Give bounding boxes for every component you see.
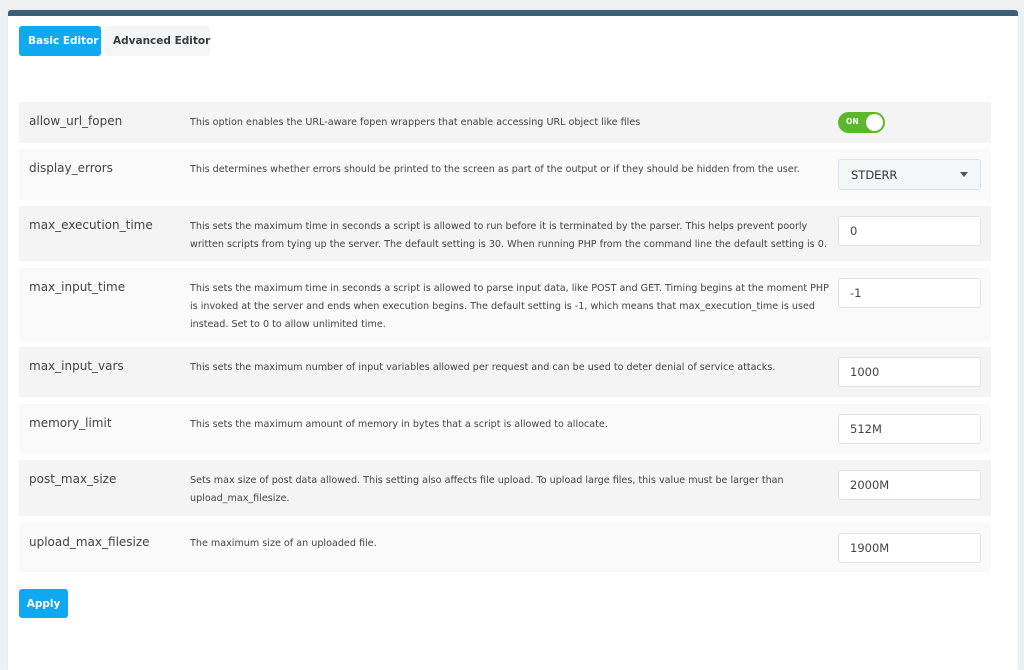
setting-row-max-input-time: max_input_time This sets the maximum tim… — [19, 268, 991, 341]
setting-name: max_input_time — [29, 280, 126, 294]
display-errors-select[interactable]: STDERR — [838, 159, 981, 190]
setting-name: display_errors — [29, 161, 113, 175]
max-input-vars-input[interactable] — [838, 357, 981, 387]
max-input-time-input[interactable] — [838, 278, 981, 308]
setting-name: memory_limit — [29, 416, 112, 430]
setting-description: The maximum size of an uploaded file. — [190, 538, 377, 549]
toggle-knob — [866, 114, 883, 131]
toggle-state-label: ON — [846, 117, 859, 126]
setting-row-max-execution-time: max_execution_time This sets the maximum… — [19, 206, 991, 261]
tab-basic-editor[interactable]: Basic Editor — [19, 26, 101, 56]
setting-description: This option enables the URL-aware fopen … — [190, 117, 641, 128]
setting-row-allow-url-fopen: allow_url_fopen This option enables the … — [19, 102, 991, 143]
chevron-down-icon — [960, 172, 968, 177]
setting-description: This determines whether errors should be… — [190, 164, 800, 175]
setting-name: max_input_vars — [29, 359, 124, 373]
allow-url-fopen-toggle[interactable]: ON — [838, 112, 885, 133]
setting-description: Sets max size of post data allowed. This… — [190, 475, 784, 504]
setting-description: This sets the maximum time in seconds a … — [190, 221, 827, 250]
setting-name: upload_max_filesize — [29, 535, 150, 549]
memory-limit-input[interactable] — [838, 414, 981, 444]
setting-row-upload-max-filesize: upload_max_filesize The maximum size of … — [19, 523, 991, 572]
setting-row-display-errors: display_errors This determines whether e… — [19, 149, 991, 200]
setting-name: post_max_size — [29, 472, 117, 486]
setting-description: This sets the maximum amount of memory i… — [190, 419, 608, 430]
setting-description: This sets the maximum time in seconds a … — [190, 283, 829, 330]
editor-tabs: Basic Editor Advanced Editor — [19, 26, 210, 56]
post-max-size-input[interactable] — [838, 470, 981, 500]
setting-row-max-input-vars: max_input_vars This sets the maximum num… — [19, 347, 991, 397]
setting-description: This sets the maximum number of input va… — [190, 362, 776, 373]
setting-row-memory-limit: memory_limit This sets the maximum amoun… — [19, 404, 991, 453]
setting-row-post-max-size: post_max_size Sets max size of post data… — [19, 460, 991, 516]
max-execution-time-input[interactable] — [838, 216, 981, 246]
upload-max-filesize-input[interactable] — [838, 533, 981, 563]
apply-button[interactable]: Apply — [19, 589, 68, 618]
select-value: STDERR — [851, 167, 898, 182]
setting-name: allow_url_fopen — [29, 114, 123, 128]
tab-advanced-editor[interactable]: Advanced Editor — [104, 26, 210, 56]
setting-name: max_execution_time — [29, 218, 153, 232]
